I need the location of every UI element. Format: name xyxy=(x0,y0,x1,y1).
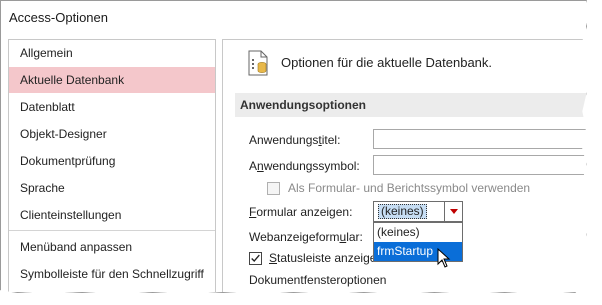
dropdown-option-keines[interactable]: (keines) xyxy=(374,223,462,242)
display-form-label: Formular anzeigen: xyxy=(249,205,353,219)
window-title: Access-Optionen xyxy=(9,10,108,25)
background-strip xyxy=(585,0,602,305)
options-main-panel: Optionen für die aktuelle Datenbank. Anw… xyxy=(222,39,586,292)
display-form-combobox[interactable]: (keines) xyxy=(373,201,463,222)
sidebar-item-schnellzugriff[interactable]: Symbolleiste für den Schnellzugriff xyxy=(9,261,215,287)
form-icon-checkbox[interactable] xyxy=(267,182,280,195)
app-title-label: Anwendungstitel: xyxy=(249,133,341,147)
app-icon-input[interactable] xyxy=(373,155,586,175)
mouse-cursor-icon xyxy=(437,248,451,268)
status-bar-checkbox[interactable] xyxy=(249,252,262,265)
status-bar-label: Statusleiste anzeigen xyxy=(269,251,384,265)
options-dialog: Access-Optionen Allgemein Aktuelle Daten… xyxy=(0,0,587,293)
dropdown-arrow-icon xyxy=(450,209,458,214)
display-form-dropdown-button[interactable] xyxy=(444,202,462,221)
display-form-selected-value: (keines) xyxy=(378,204,427,219)
database-options-icon xyxy=(248,50,268,76)
document-window-options-label: Dokumentfensteroptionen xyxy=(249,273,387,287)
sidebar-item-aktuelle-datenbank[interactable]: Aktuelle Datenbank xyxy=(9,67,215,93)
section-heading: Anwendungsoptionen xyxy=(235,93,586,117)
sidebar-item-allgemein[interactable]: Allgemein xyxy=(9,40,215,66)
sidebar-item-datenblatt[interactable]: Datenblatt xyxy=(9,94,215,120)
panel-heading: Optionen für die aktuelle Datenbank. xyxy=(281,55,493,70)
app-title-input[interactable] xyxy=(373,129,586,149)
sidebar-item-menueband-anpassen[interactable]: Menüband anpassen xyxy=(9,234,215,260)
checkmark-icon xyxy=(251,254,260,263)
sidebar-item-dokumentpruefung[interactable]: Dokumentprüfung xyxy=(9,148,215,174)
form-icon-checkbox-label: Als Formular- und Berichtssymbol verwend… xyxy=(288,181,531,195)
background-strip xyxy=(0,291,602,305)
sidebar-item-sprache[interactable]: Sprache xyxy=(9,175,215,201)
title-bar: Access-Optionen xyxy=(1,1,586,35)
web-display-form-label: Webanzeigeformular: xyxy=(249,230,363,244)
app-icon-label: Anwendungssymbol: xyxy=(249,159,360,173)
options-sidebar: Allgemein Aktuelle Datenbank Datenblatt … xyxy=(8,39,216,292)
sidebar-item-clienteinstellungen[interactable]: Clienteinstellungen xyxy=(9,202,215,228)
sidebar-divider xyxy=(9,230,215,231)
sidebar-item-objekt-designer[interactable]: Objekt-Designer xyxy=(9,121,215,147)
